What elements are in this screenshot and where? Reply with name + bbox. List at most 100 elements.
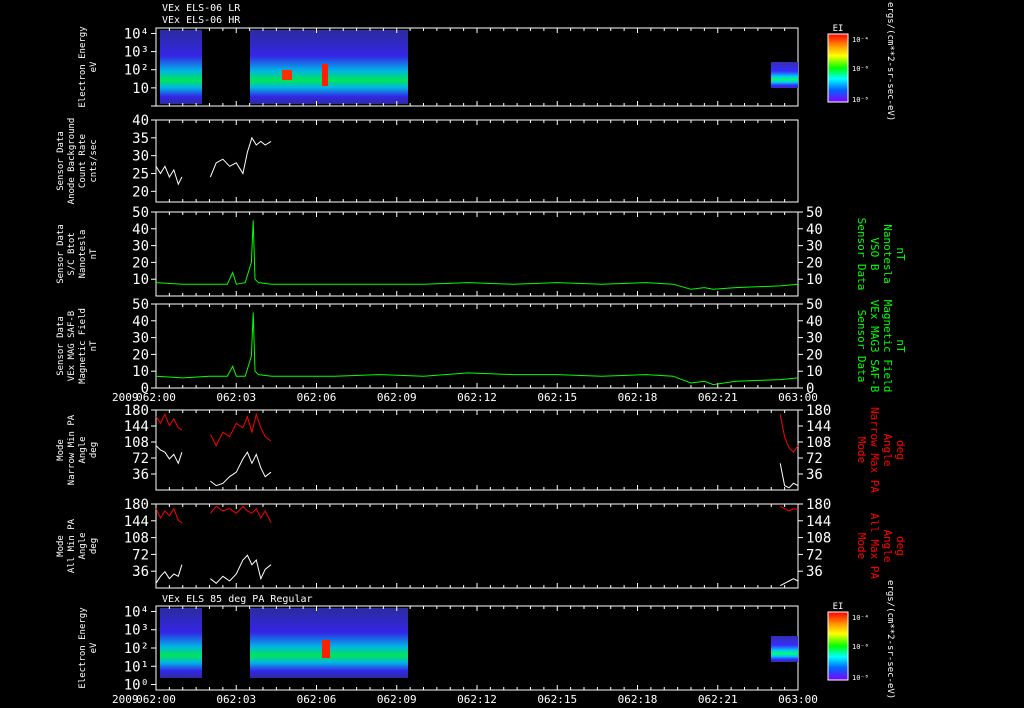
x-axis-label: 062:12 [457,391,497,404]
colorbar-top-tick-2: 10⁻⁶ [852,65,869,73]
panel-6-series-2-segment [210,554,272,584]
spectrogram-1-image [160,30,798,104]
panel-4-ytick-label-right: 20 [806,347,823,363]
panel-3-ylabel-line: Sensor Data [56,224,66,284]
panel-6-series-2-segment [155,564,183,584]
colorbar-top-label: EI [833,24,844,34]
panel-3-ytick-label-right: 10 [806,272,823,288]
x-axis-label: 062:12 [457,693,497,706]
panel-5-ylabel-right-line: deg [894,440,907,460]
panel-6-ylabel-right-line: Mode [855,533,868,560]
panel-4-ytick-label: 50 [132,297,149,313]
panel-1-ytick-label: 10 [132,81,149,97]
panel-4-ytick-label-right: 30 [806,331,823,347]
panel-5-series-2-segment [779,463,799,489]
panel-5-ylabel-right-line: Mode [855,437,868,464]
panel-6-series-2-segment [779,578,799,587]
x-axis-label: 062:15 [537,391,577,404]
panel-7-ylabel-line: Electron Energy [78,607,88,689]
x-axis-label: 062:09 [377,391,417,404]
panel-6-series-1-segment [210,505,272,523]
x-axis-label: 062:09 [377,693,417,706]
panel-6-ytick-label: 180 [124,497,149,513]
panel-4-ylabel-right-line: Magnetic Field [881,300,894,393]
x-axis-label: 063:00 [778,693,818,706]
panel-4-ylabel-line: Sensor Data [56,316,66,376]
panel-6-series-1-segment [155,507,183,524]
panel-5-ytick-label-right: 36 [806,467,823,483]
x-axis-label: 062:21 [698,391,738,404]
panel-6-ytick-label: 36 [132,564,149,580]
panel-6-ylabel-line: Mode [56,535,66,557]
panel-5-ylabel-right-line: Narrow Max PA [868,407,881,493]
panel-4-ylabel-line: nT [89,340,99,351]
panel-4-ytick-label: 30 [132,331,149,347]
panel-4-ytick-label-right: 50 [806,297,823,313]
panel-5-ylabel-line: deg [89,442,99,458]
panel-4-ylabel-right-line: nT [894,339,907,353]
panel-7-ytick-label: 10⁰ [124,678,149,694]
panel-2-frame [155,119,799,203]
panel-6-ytick-label-right: 108 [806,531,831,547]
panel-5-ytick-label: 180 [124,403,149,419]
panel-6-ylabel-line: deg [89,538,99,554]
x-axis-label: 062:06 [297,391,337,404]
panel-6-ytick-label-right: 72 [806,547,823,563]
colorbar-top-tick-3: 10⁻⁸ [852,96,869,104]
panel-4-ytick-label-right: 40 [806,314,823,330]
panel-6-series-1-segment [779,505,799,512]
x-axis-label: 062:21 [698,693,738,706]
panel-2-series-1-segment [155,165,183,186]
panel-7-ytick-label: 10⁴ [124,604,149,620]
panel-6-ylabel-right-line: deg [894,536,907,556]
panel-6-ytick-label: 108 [124,531,149,547]
panel-2-ytick-label: 25 [132,166,149,182]
panel-3-ytick-label: 40 [132,222,149,238]
panel-5-ytick-label: 144 [124,419,149,435]
panel-4-ytick-label: 40 [132,314,149,330]
panel-3-ylabel-right-line: nT [894,247,907,261]
panel-5-series-2-segment [155,445,183,465]
x-axis-label: 062:18 [618,693,658,706]
colorbar-bottom-tick-2: 10⁻⁶ [852,643,869,651]
x-axis-label: 062:18 [618,391,658,404]
x-axis-label: 062:03 [216,693,256,706]
panel-7-ytick-label: 10³ [124,623,149,639]
panel-5-ytick-label-right: 108 [806,435,831,451]
panel-3-ytick-label: 50 [132,205,149,221]
panel-3-ytick-label: 30 [132,239,149,255]
panel-2-ytick-label: 30 [132,149,149,165]
panel-7-ylabel-line: eV [89,642,99,653]
panel-2-ytick-label: 40 [132,113,149,129]
panel-3-series-1-segment [155,220,799,290]
panel-3-ylabel-line: nT [89,248,99,259]
panel-6-ylabel-line: All Min PA [67,518,77,573]
panel-5-series-1-segment [779,414,799,453]
panel-7-ytick-label: 10² [124,641,149,657]
header-line-1: VEx ELS-06 LR [162,3,241,14]
panel-5-ytick-label-right: 72 [806,451,823,467]
panel-1-ylabel-line: eV [89,61,99,72]
panel-2-ylabel-line: Count Rate [78,134,88,188]
panel-3-ylabel-right-line: Sensor Data [855,218,868,291]
x-axis-label: 063:00 [778,391,818,404]
panel-5-frame [155,409,799,491]
colorbar-top: EI 10⁻⁴ 10⁻⁶ 10⁻⁸ [827,24,869,104]
panel-2-series-1-segment [209,136,272,178]
panel-6-ylabel-right-line: All Max PA [868,513,881,580]
panel-5-ylabel-right-line: Angle [881,433,894,466]
header-bottom-title: VEx ELS 85 deg PA Regular [162,594,313,605]
panel-5-ylabel-line: Mode [56,439,66,461]
panel-2-ytick-label: 35 [132,131,149,147]
colorbar-bottom-label: EI [833,602,844,612]
panel-4-ytick-label: 20 [132,347,149,363]
panel-1-ylabel-line: Electron Energy [78,26,88,108]
panel-5-series-2-segment [210,451,272,487]
panel-6-ylabel-line: Angle [78,532,88,559]
x-axis-label: 062:00 [136,391,176,404]
panel-3-ytick-label-right: 50 [806,205,823,221]
panel-4-ylabel-right-line: Sensor Data [855,310,868,383]
colorbar-top-units: ergs/(cm**2-sr-sec-eV) [885,2,895,121]
panel-3-ylabel-line: S/C Btot [67,232,77,275]
panel-3-ytick-label: 10 [132,272,149,288]
